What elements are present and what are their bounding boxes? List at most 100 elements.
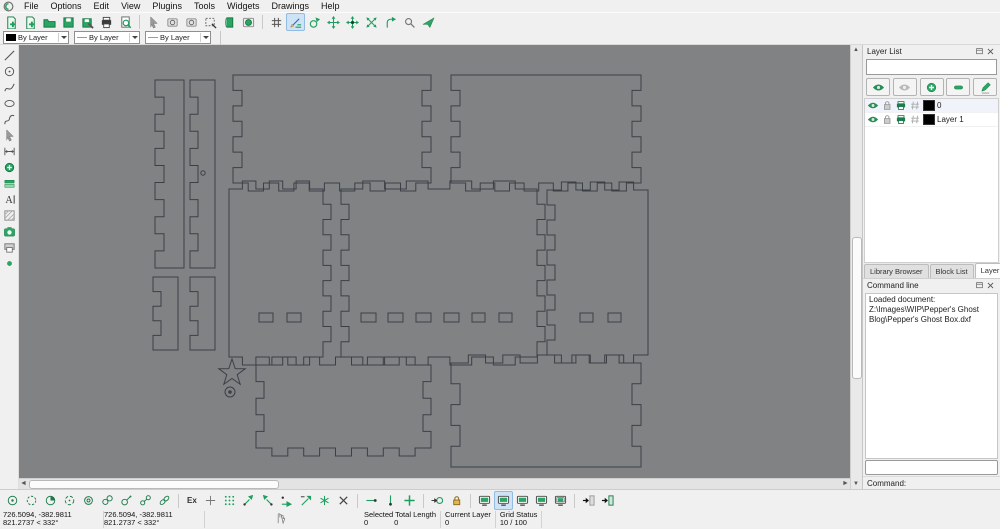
- exclusive-snap-button[interactable]: Ex: [183, 491, 201, 510]
- dock-area-bottom-toggle[interactable]: [532, 491, 551, 510]
- toggle-grid-button[interactable]: [267, 13, 286, 31]
- menu-tools[interactable]: Tools: [188, 0, 221, 12]
- menu-view[interactable]: View: [115, 0, 146, 12]
- menu-help[interactable]: Help: [315, 0, 346, 12]
- layer-lock-icon[interactable]: [881, 114, 893, 126]
- hide-all-layers-button[interactable]: [893, 78, 917, 96]
- tab-layer-list[interactable]: Layer List: [975, 263, 1000, 278]
- clear-snap-button[interactable]: [334, 491, 353, 510]
- dimension-tool[interactable]: [1, 143, 17, 159]
- zoom-window-button[interactable]: [201, 13, 220, 31]
- print-preview-button[interactable]: [116, 13, 135, 31]
- print-preview-tool[interactable]: [1, 239, 17, 255]
- menu-options[interactable]: Options: [45, 0, 88, 12]
- command-input[interactable]: [865, 460, 998, 475]
- modify-tool[interactable]: [1, 159, 17, 175]
- snap-angle-b-button[interactable]: [258, 491, 277, 510]
- line-tool[interactable]: [1, 47, 17, 63]
- lock-relative-zero-button[interactable]: [447, 491, 466, 510]
- float-panel-button[interactable]: [974, 46, 985, 57]
- ellipse-tool[interactable]: [1, 95, 17, 111]
- close-panel-button[interactable]: [985, 46, 996, 57]
- scroll-up-arrow-icon[interactable]: ▲: [851, 45, 861, 55]
- restrict-free-button[interactable]: [400, 491, 419, 510]
- snap-endpoint-button[interactable]: [41, 491, 60, 510]
- layer-construction-icon[interactable]: [909, 100, 921, 112]
- snap-middle-button[interactable]: [98, 491, 117, 510]
- image-tool[interactable]: [1, 223, 17, 239]
- layer-row[interactable]: 0: [865, 99, 998, 113]
- snap-asterisk-button[interactable]: [315, 491, 334, 510]
- text-tool[interactable]: A: [1, 191, 17, 207]
- magnifier-pointer-button[interactable]: [400, 13, 419, 31]
- layer-color-swatch[interactable]: [923, 114, 935, 125]
- set-relative-zero-button[interactable]: [428, 491, 447, 510]
- x-arrows-button[interactable]: [362, 13, 381, 31]
- dock-area-right-toggle[interactable]: [494, 491, 513, 510]
- layer-visible-icon[interactable]: [867, 114, 879, 126]
- toggle-draft-mode-button[interactable]: [286, 13, 305, 31]
- menu-plugins[interactable]: Plugins: [146, 0, 188, 12]
- info-measure-tool[interactable]: [1, 175, 17, 191]
- print-button[interactable]: [97, 13, 116, 31]
- dock-area-top-toggle[interactable]: [513, 491, 532, 510]
- layer-visible-icon[interactable]: [867, 100, 879, 112]
- show-all-layers-button[interactable]: [866, 78, 890, 96]
- curve-tool[interactable]: [1, 79, 17, 95]
- previous-view-button[interactable]: [220, 13, 239, 31]
- select-pointer-button[interactable]: [144, 13, 163, 31]
- tab-library-browser[interactable]: Library Browser: [864, 264, 929, 278]
- menu-drawings[interactable]: Drawings: [265, 0, 315, 12]
- layer-row[interactable]: Layer 1: [865, 113, 998, 127]
- polyline-tool[interactable]: [1, 111, 17, 127]
- canvas-vertical-scrollbar[interactable]: ▲ ▼: [850, 45, 862, 489]
- snap-intersection-manual-button[interactable]: [155, 491, 174, 510]
- menu-widgets[interactable]: Widgets: [221, 0, 266, 12]
- layer-print-icon[interactable]: [895, 100, 907, 112]
- zoom-auto-button[interactable]: [239, 13, 258, 31]
- layer-lock-icon[interactable]: [881, 100, 893, 112]
- drawing-canvas[interactable]: [19, 45, 850, 478]
- redo-button[interactable]: [182, 13, 201, 31]
- grid-points-button[interactable]: [220, 491, 239, 510]
- save-button[interactable]: [59, 13, 78, 31]
- save-as-button[interactable]: [78, 13, 97, 31]
- modify-layer-button[interactable]: [973, 78, 997, 96]
- snap-angle-d-button[interactable]: [296, 491, 315, 510]
- chevron-down-icon[interactable]: [200, 33, 210, 42]
- keycode-mode-button[interactable]: [579, 491, 598, 510]
- menu-edit[interactable]: Edit: [88, 0, 116, 12]
- snap-free-button[interactable]: [3, 491, 22, 510]
- command-focus-button[interactable]: [598, 491, 617, 510]
- circular-arrow-button[interactable]: [305, 13, 324, 31]
- canvas-horizontal-scrollbar[interactable]: ◄ ►: [19, 478, 850, 489]
- undo-button[interactable]: [163, 13, 182, 31]
- restrict-nothing-button[interactable]: [201, 491, 220, 510]
- layer-print-icon[interactable]: [895, 114, 907, 126]
- dock-area-left-toggle[interactable]: [475, 491, 494, 510]
- move-arrows-dot-button[interactable]: [343, 13, 362, 31]
- move-arrows-button[interactable]: [324, 13, 343, 31]
- snap-distance-button[interactable]: [117, 491, 136, 510]
- float-panel-button[interactable]: [974, 280, 985, 291]
- snap-grid-button[interactable]: [22, 491, 41, 510]
- open-drawing-button[interactable]: [40, 13, 59, 31]
- scroll-right-arrow-icon[interactable]: ►: [841, 479, 850, 488]
- dock-area-floating-toggle[interactable]: [551, 491, 570, 510]
- snap-intersection-button[interactable]: [136, 491, 155, 510]
- vertical-scroll-thumb[interactable]: [852, 237, 862, 379]
- scroll-left-arrow-icon[interactable]: ◄: [19, 479, 28, 488]
- new-from-template-button[interactable]: [21, 13, 40, 31]
- point-tool[interactable]: [1, 255, 17, 271]
- color-combo[interactable]: By Layer: [3, 31, 69, 44]
- snap-angle-a-button[interactable]: [239, 491, 258, 510]
- circle-tool[interactable]: [1, 63, 17, 79]
- horizontal-scroll-thumb[interactable]: [29, 480, 279, 489]
- green-plane-button[interactable]: [419, 13, 438, 31]
- add-layer-button[interactable]: [920, 78, 944, 96]
- layer-filter-input[interactable]: [866, 59, 997, 75]
- scroll-down-arrow-icon[interactable]: ▼: [851, 479, 861, 489]
- bent-arrow-button[interactable]: [381, 13, 400, 31]
- hatch-tool[interactable]: [1, 207, 17, 223]
- restrict-horizontal-button[interactable]: [362, 491, 381, 510]
